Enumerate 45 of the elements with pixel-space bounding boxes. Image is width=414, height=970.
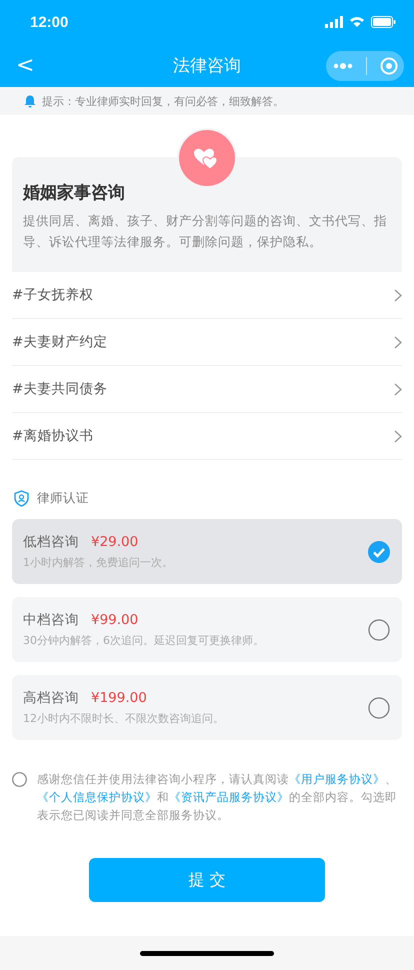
plan-option[interactable]: 中档咨询 ¥99.00 30分钟内解答，6次追问。延迟回复可更换律师。 (12, 597, 402, 662)
certification-label: 律师认证 (37, 490, 89, 507)
plan-description: 30分钟内解答，6次追问。延迟回复可更换律师。 (23, 633, 264, 648)
radio-checked-icon (368, 540, 390, 562)
topic-item[interactable]: #离婚协议书 (12, 413, 402, 460)
topic-label: #子女抚养权 (12, 286, 94, 304)
chevron-right-icon (394, 430, 402, 442)
plan-description: 12小时内不限时长、不限次数咨询追问。 (23, 711, 224, 726)
chevron-right-icon (394, 288, 402, 302)
status-time: 12:00 (30, 14, 68, 30)
topic-item[interactable]: #子女抚养权 (12, 272, 402, 319)
notice-text: 提示：专业律师实时回复，有问必答，细致解答。 (42, 94, 284, 108)
plan-price: ¥199.00 (91, 690, 147, 706)
radio-unchecked-icon (368, 696, 390, 718)
plan-option[interactable]: 高档咨询 ¥199.00 12小时内不限时长、不限次数咨询追问。 (12, 675, 402, 740)
topic-item[interactable]: #夫妻财产约定 (12, 319, 402, 366)
agreement-text: 感谢您信任并使用法律咨询小程序，请认真阅读《用户服务协议》、 《个人信息保护协议》和《资讯产品服务协议》的全部内容。勾选即表示您已阅读并同意全部服务协议。 (37, 771, 398, 824)
agreement-checkbox[interactable] (12, 772, 27, 787)
topic-label: #夫妻财产约定 (12, 333, 108, 351)
category-title: 婚姻家事咨询 (23, 182, 126, 204)
page-title: 法律咨询 (173, 55, 241, 77)
plan-name: 中档咨询 (23, 611, 79, 629)
signal-icon (325, 16, 343, 28)
radio-unchecked-icon (368, 618, 390, 640)
plan-description: 1小时内解答，免费追问一次。 (23, 555, 173, 570)
wifi-icon (349, 16, 365, 28)
shield-icon (14, 490, 29, 507)
plan-name: 低档咨询 (23, 533, 79, 551)
close-icon[interactable] (380, 56, 398, 74)
plan-name: 高档咨询 (23, 689, 79, 707)
agreement-link[interactable]: 《用户服务协议》 (289, 772, 385, 786)
chevron-right-icon (394, 336, 402, 348)
topic-label: #夫妻共同债务 (12, 380, 108, 398)
agreement-link[interactable]: 《个人信息保护协议》 (37, 790, 157, 804)
topic-item[interactable]: #夫妻共同债务 (12, 366, 402, 413)
plan-price: ¥99.00 (91, 612, 138, 628)
bell-icon (24, 94, 36, 108)
category-description: 提供同居、离婚、孩子、财产分割等问题的咨询、文书代写、指导、诉讼代理等法律服务。可删除问题，保护隐私。 (23, 212, 388, 251)
agreement-link[interactable]: 《资讯产品服务协议》 (169, 790, 289, 804)
plan-price: ¥29.00 (91, 534, 138, 550)
battery-icon (371, 16, 396, 28)
plan-option[interactable]: 低档咨询 ¥29.00 1小时内解答，免费追问一次。 (12, 519, 402, 584)
topic-label: #离婚协议书 (12, 427, 94, 445)
chevron-right-icon (394, 382, 402, 396)
more-icon[interactable] (332, 62, 352, 70)
